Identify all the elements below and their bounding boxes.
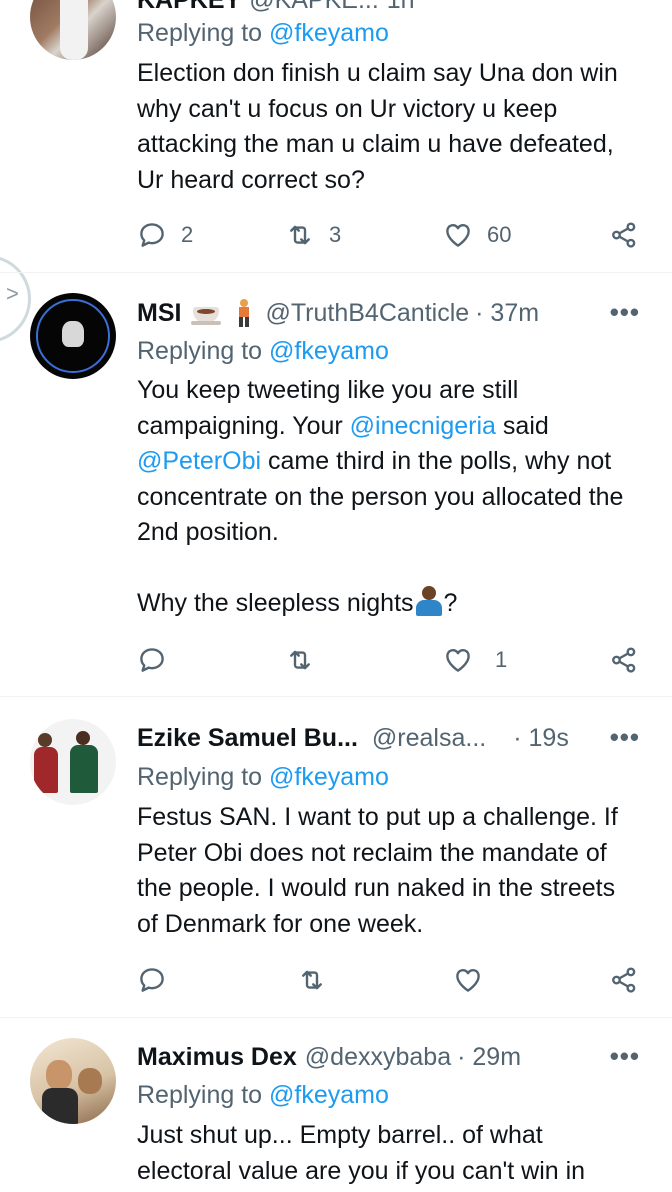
like-icon xyxy=(443,645,473,675)
replying-to: Replying to @fkeyamo xyxy=(137,1081,389,1109)
retweet-button[interactable]: 3 xyxy=(285,218,341,252)
avatar[interactable] xyxy=(30,293,116,379)
coffee-emoji xyxy=(191,299,222,327)
share-button[interactable] xyxy=(609,963,639,997)
more-icon[interactable]: ••• xyxy=(610,297,640,328)
retweet-icon xyxy=(285,220,315,250)
retweet-icon xyxy=(297,965,327,995)
reply-icon xyxy=(137,645,167,675)
retweet-button[interactable] xyxy=(297,963,327,997)
display-name[interactable]: KAPKEY xyxy=(137,0,241,15)
replying-to-mention[interactable]: @fkeyamo xyxy=(269,337,389,365)
share-button[interactable] xyxy=(609,218,639,252)
replying-to-mention[interactable]: @fkeyamo xyxy=(269,1081,389,1109)
tweet-time: · 37m xyxy=(475,298,540,327)
like-count: 1 xyxy=(495,647,508,672)
tweet-time: · 29m xyxy=(457,1042,522,1071)
reply-button[interactable] xyxy=(137,643,167,677)
tweet-header: Maximus Dex @dexxybaba · 29m xyxy=(137,1040,642,1074)
tweet-header: KAPKEY @KAPKE... 1h xyxy=(137,0,642,17)
reply-button[interactable] xyxy=(137,963,167,997)
replying-to-mention[interactable]: @fkeyamo xyxy=(269,763,389,791)
tweet-text: Just shut up... Empty barrel.. of what e… xyxy=(137,1121,586,1185)
more-icon[interactable]: ••• xyxy=(610,1041,640,1072)
display-name[interactable]: Maximus Dex xyxy=(137,1043,297,1072)
like-icon xyxy=(453,965,483,995)
tweet-2[interactable]: MSI @TruthB4Canticle · 37m ••• Replying … xyxy=(0,273,672,696)
retweet-count: 3 xyxy=(329,222,342,247)
like-icon xyxy=(443,220,473,250)
reply-button[interactable]: 2 xyxy=(137,218,193,252)
like-button[interactable] xyxy=(453,963,483,997)
tweet-actions: 1 xyxy=(137,643,642,677)
golfer-emoji xyxy=(235,299,253,327)
tweet-time: 1h xyxy=(387,0,415,15)
avatar[interactable] xyxy=(30,719,116,805)
tweet-4[interactable]: Maximus Dex @dexxybaba · 29m ••• Replyin… xyxy=(0,1018,672,1192)
user-handle[interactable]: @KAPKE... xyxy=(249,0,379,15)
replying-to: Replying to @fkeyamo xyxy=(137,19,389,47)
user-handle[interactable]: @dexxybaba xyxy=(305,1043,451,1072)
share-icon xyxy=(609,220,639,250)
avatar[interactable] xyxy=(30,0,116,60)
tweet-3[interactable]: Ezike Samuel Bu... @realsa... · 19s ••• … xyxy=(0,697,672,1017)
tweet-text: You keep tweeting like you are still cam… xyxy=(137,376,624,617)
like-button[interactable]: 60 xyxy=(443,218,511,252)
like-count: 60 xyxy=(487,222,512,247)
mention-link[interactable]: @inecnigeria xyxy=(350,412,496,440)
tweet-header: MSI @TruthB4Canticle · 37m xyxy=(137,296,642,330)
replying-to: Replying to @fkeyamo xyxy=(137,337,389,365)
reply-icon xyxy=(137,965,167,995)
user-handle[interactable]: @realsa... xyxy=(372,724,486,753)
tweet-text: Festus SAN. I want to put up a challenge… xyxy=(137,803,618,938)
replying-to: Replying to @fkeyamo xyxy=(137,763,389,791)
retweet-button[interactable] xyxy=(285,643,315,677)
tweet-text: Election don finish u claim say Una don … xyxy=(137,59,618,194)
retweet-icon xyxy=(285,645,315,675)
user-handle[interactable]: @TruthB4Canticle xyxy=(265,299,469,328)
tweet-time: · 19s xyxy=(513,723,569,752)
tweet-1[interactable]: KAPKEY @KAPKE... 1h Replying to @fkeyamo… xyxy=(0,0,672,272)
mention-link[interactable]: @PeterObi xyxy=(137,447,261,475)
display-name[interactable]: Ezike Samuel Bu... xyxy=(137,724,358,753)
like-button[interactable]: 1 xyxy=(443,643,507,677)
avatar[interactable] xyxy=(30,1038,116,1124)
share-button[interactable] xyxy=(609,643,639,677)
share-icon xyxy=(609,645,639,675)
tweet-header: Ezike Samuel Bu... @realsa... · 19s xyxy=(137,721,642,755)
person-shrugging-emoji xyxy=(414,586,444,617)
tweet-actions: 2 3 60 xyxy=(137,218,642,252)
reply-count: 2 xyxy=(181,222,194,247)
display-name[interactable]: MSI xyxy=(137,299,181,328)
more-icon[interactable]: ••• xyxy=(610,722,640,753)
tweet-actions xyxy=(137,963,642,997)
share-icon xyxy=(609,965,639,995)
replying-to-mention[interactable]: @fkeyamo xyxy=(269,19,389,47)
reply-icon xyxy=(137,220,167,250)
